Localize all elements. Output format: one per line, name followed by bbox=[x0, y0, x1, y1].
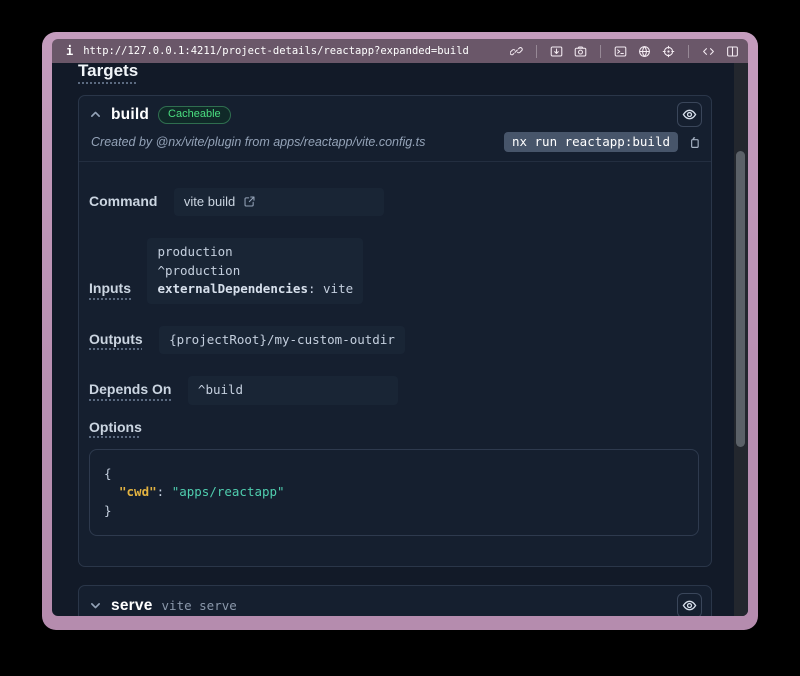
inputs-value-block: production ^production externalDependenc… bbox=[147, 238, 363, 304]
outputs-section: Outputs {projectRoot}/my-custom-outdir bbox=[89, 318, 699, 355]
targets-heading: Targets bbox=[78, 63, 138, 81]
build-card-header[interactable]: build Cacheable bbox=[79, 96, 711, 129]
run-command-chip: nx run reactapp:build bbox=[504, 132, 678, 152]
command-section: Command vite build bbox=[89, 180, 699, 216]
external-link-icon[interactable] bbox=[243, 195, 257, 209]
target-name: build bbox=[111, 106, 149, 124]
page-content: Targets build Cacheable Created by @nx/v… bbox=[52, 63, 748, 616]
cacheable-badge: Cacheable bbox=[158, 106, 231, 124]
split-view-icon[interactable] bbox=[725, 44, 740, 59]
scrollbar-track[interactable] bbox=[734, 63, 748, 616]
options-label: Options bbox=[89, 419, 142, 435]
chevron-down-icon[interactable] bbox=[89, 599, 102, 612]
json-line: } bbox=[104, 502, 684, 521]
toolbar-divider bbox=[688, 45, 689, 58]
outputs-label: Outputs bbox=[89, 331, 143, 347]
build-card-subheader: Created by @nx/vite/plugin from apps/rea… bbox=[79, 129, 711, 162]
input-item: externalDependencies: vite bbox=[157, 280, 353, 299]
screencast-icon[interactable] bbox=[549, 44, 564, 59]
browser-window: i http://127.0.0.1:4211/project-details/… bbox=[42, 32, 758, 630]
view-graph-button[interactable] bbox=[677, 102, 702, 127]
scrollbar-thumb[interactable] bbox=[736, 151, 745, 447]
inputs-label: Inputs bbox=[89, 280, 131, 296]
globe-icon[interactable] bbox=[637, 44, 652, 59]
terminal-icon[interactable] bbox=[613, 44, 628, 59]
chevron-up-icon[interactable] bbox=[89, 108, 102, 121]
toolbar-divider bbox=[536, 45, 537, 58]
json-line: "cwd": "apps/reactapp" bbox=[104, 483, 684, 502]
created-by-text: Created by @nx/vite/plugin from apps/rea… bbox=[91, 135, 496, 149]
options-section: Options { "cwd": "apps/reactapp" } bbox=[89, 419, 699, 537]
command-value: vite build bbox=[184, 194, 235, 209]
input-item: production bbox=[157, 243, 353, 262]
eye-icon bbox=[682, 107, 697, 122]
command-label: Command bbox=[89, 193, 157, 209]
target-card-build: build Cacheable Created by @nx/vite/plug… bbox=[78, 95, 712, 567]
build-card-body: Command vite build Inputs bbox=[79, 162, 711, 566]
target-name: serve bbox=[111, 597, 153, 615]
toolbar-divider bbox=[600, 45, 601, 58]
browser-toolbar: i http://127.0.0.1:4211/project-details/… bbox=[52, 39, 748, 63]
copy-icon[interactable] bbox=[686, 134, 702, 150]
address-bar[interactable]: http://127.0.0.1:4211/project-details/re… bbox=[83, 45, 509, 57]
json-line: { bbox=[104, 465, 684, 484]
options-code-block: { "cwd": "apps/reactapp" } bbox=[89, 449, 699, 537]
code-icon[interactable] bbox=[701, 44, 716, 59]
input-item: ^production bbox=[157, 262, 353, 281]
target-icon[interactable] bbox=[661, 44, 676, 59]
info-icon: i bbox=[66, 44, 73, 58]
toolbar-actions bbox=[509, 44, 740, 59]
command-value-block: vite build bbox=[174, 188, 384, 216]
link-icon[interactable] bbox=[509, 44, 524, 59]
serve-card-header[interactable]: serve vite serve bbox=[79, 586, 711, 616]
depends-on-label: Depends On bbox=[89, 381, 171, 397]
depends-on-value-block: ^build bbox=[188, 376, 398, 405]
inputs-section: Inputs production ^production externalDe… bbox=[89, 230, 699, 304]
depends-on-section: Depends On ^build bbox=[89, 368, 699, 405]
serve-command-text: vite serve bbox=[162, 598, 237, 613]
output-item: {projectRoot}/my-custom-outdir bbox=[169, 331, 395, 350]
view-graph-button[interactable] bbox=[677, 593, 702, 616]
depends-on-item: ^build bbox=[198, 381, 388, 400]
target-card-serve: serve vite serve bbox=[78, 585, 712, 616]
outputs-value-block: {projectRoot}/my-custom-outdir bbox=[159, 326, 405, 355]
eye-icon bbox=[682, 598, 697, 613]
camera-icon[interactable] bbox=[573, 44, 588, 59]
